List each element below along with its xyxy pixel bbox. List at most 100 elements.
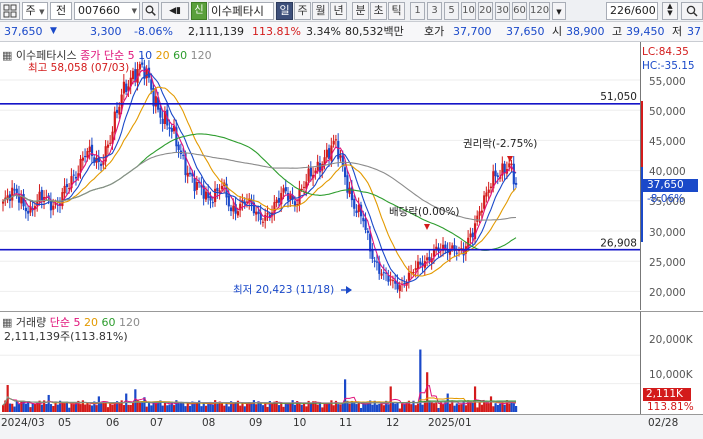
interval-20-button[interactable]: 20 xyxy=(478,2,493,20)
volume-bar xyxy=(357,402,360,412)
volume-bar xyxy=(243,406,246,412)
volume-bar xyxy=(503,404,506,412)
candle-body xyxy=(100,163,103,166)
price-legend: ▦ 이수페타시스 종가 단순 5 10 20 60 120 xyxy=(2,47,212,63)
volume-bar xyxy=(410,404,413,412)
count-stepper[interactable]: ▲ ▼ xyxy=(662,2,678,20)
price-change-pct: -8.06% xyxy=(134,25,173,38)
period-tab-month[interactable]: 월 xyxy=(312,2,329,20)
interval-dropdown-button[interactable]: ▼ xyxy=(552,2,566,20)
period-label: 월 xyxy=(315,4,326,17)
zoom-button[interactable] xyxy=(681,2,703,20)
open-price: 38,900 xyxy=(566,25,605,38)
candle-body xyxy=(344,167,347,178)
interval-5-button[interactable]: 5 xyxy=(444,2,459,20)
period-tab-second[interactable]: 초 xyxy=(370,2,387,20)
interval-120-button[interactable]: 120 xyxy=(529,2,550,20)
grid-icon: ▦ xyxy=(2,49,13,62)
interval-3-button[interactable]: 3 xyxy=(427,2,442,20)
legend-ma-label: 종가 단순 xyxy=(80,49,125,62)
volume-bar xyxy=(45,403,48,412)
volume-bar xyxy=(106,407,110,412)
volume-bar xyxy=(316,404,319,412)
volume-bar xyxy=(430,402,433,412)
upper-trendline-label: 51,050 xyxy=(600,91,637,103)
current-price-tag: 37,650 xyxy=(643,179,698,192)
volume-bar xyxy=(458,404,461,412)
volume-bar xyxy=(298,403,301,412)
candle-body xyxy=(65,184,69,188)
price-chart-pane[interactable]: 51,050 26,908 최고 58,058 (07/03) 최저 20,423 (… xyxy=(0,42,640,310)
volume-bar xyxy=(186,403,189,412)
search-button[interactable] xyxy=(142,2,159,20)
volume-bar xyxy=(223,405,226,412)
candle-body xyxy=(334,139,338,141)
candle-body xyxy=(161,118,164,124)
volume-readout: 2,111,139주(113.81%) xyxy=(4,330,128,343)
volume-bar xyxy=(261,405,265,412)
time-tick: 02/28 xyxy=(648,417,679,429)
zoom-icon xyxy=(686,5,698,17)
candle-count-field[interactable]: 226/600 xyxy=(606,2,658,20)
legend-stock-name: 이수페타시스 xyxy=(15,49,77,62)
candle-body xyxy=(307,168,310,182)
volume-bar xyxy=(245,403,249,412)
volume-bar xyxy=(70,403,73,412)
period-tab-year[interactable]: 년 xyxy=(330,2,347,20)
chart-kind-select[interactable]: 전 xyxy=(50,2,72,20)
volume-bar xyxy=(252,400,255,412)
volume-bar xyxy=(214,400,217,412)
volume-bar xyxy=(289,403,292,412)
volume-bar xyxy=(56,404,59,412)
interval-60-button[interactable]: 60 xyxy=(512,2,527,20)
volume-bar xyxy=(195,402,198,412)
interval-30-button[interactable]: 30 xyxy=(495,2,510,20)
candle-body xyxy=(364,219,367,231)
volume-bar xyxy=(72,404,75,412)
interval-1-button[interactable]: 1 xyxy=(410,2,425,20)
volume-pct-tag: 113.81% xyxy=(647,401,694,413)
volume-bar xyxy=(328,402,331,412)
period-tab-week[interactable]: 주 xyxy=(294,2,311,20)
volume-bar xyxy=(177,403,180,412)
menu-toggle-button[interactable] xyxy=(0,2,20,20)
time-tick: 07 xyxy=(150,417,164,429)
candle-body xyxy=(494,170,497,177)
stock-code-input[interactable]: 007660 ▼ xyxy=(74,2,140,20)
candle-body xyxy=(168,127,171,129)
bid-price: 37,650 xyxy=(506,25,545,38)
volume-bar xyxy=(47,394,50,412)
legend-ma60: 60 xyxy=(173,49,188,62)
period-tab-tick[interactable]: 틱 xyxy=(388,2,405,20)
price-chart-svg[interactable]: 51,050 26,908 최고 58,058 (07/03) 최저 20,423 (… xyxy=(0,42,640,310)
price-tick: 20,000 xyxy=(649,287,686,299)
volume-bar xyxy=(111,404,114,412)
volume-bar xyxy=(86,402,89,412)
market-type-select[interactable]: 주 ▼ xyxy=(22,2,48,20)
volume-bar xyxy=(84,404,87,412)
volume-bar xyxy=(49,404,53,412)
period-tab-minute[interactable]: 분 xyxy=(352,2,369,20)
volume-bar xyxy=(129,404,132,412)
candle-body xyxy=(84,155,87,158)
interval-10-button[interactable]: 10 xyxy=(461,2,476,20)
period-tab-day[interactable]: 일 xyxy=(276,2,293,20)
volume-bar xyxy=(483,401,486,412)
trade-value: 80,532백만 xyxy=(345,25,404,38)
volume-bar xyxy=(330,400,333,412)
candle-body xyxy=(355,210,358,213)
dividend-marker xyxy=(424,224,430,230)
toolbar: 주 ▼ 전 007660 ▼ ◀▮ 신 이수페타시 일 주 월 년 분 초 틱 … xyxy=(0,0,703,22)
volume-tick: 20,000K xyxy=(649,334,693,346)
volume-chart-pane[interactable]: ▦ 거래량 단순 5 20 60 120 2,111,139주(113.81%) xyxy=(0,311,640,414)
volume-bar xyxy=(102,402,105,412)
volume-bar xyxy=(291,400,294,412)
volume-bar xyxy=(403,403,406,412)
credit-badge: 신 xyxy=(191,2,207,20)
audio-button[interactable]: ◀▮ xyxy=(161,2,189,20)
volume-bar xyxy=(339,404,342,412)
rights-annotation: 권리락(-2.75%) xyxy=(463,138,537,150)
stock-name-field: 이수페타시 xyxy=(208,2,274,20)
volume-bar xyxy=(496,404,499,412)
candle-body xyxy=(255,211,258,215)
